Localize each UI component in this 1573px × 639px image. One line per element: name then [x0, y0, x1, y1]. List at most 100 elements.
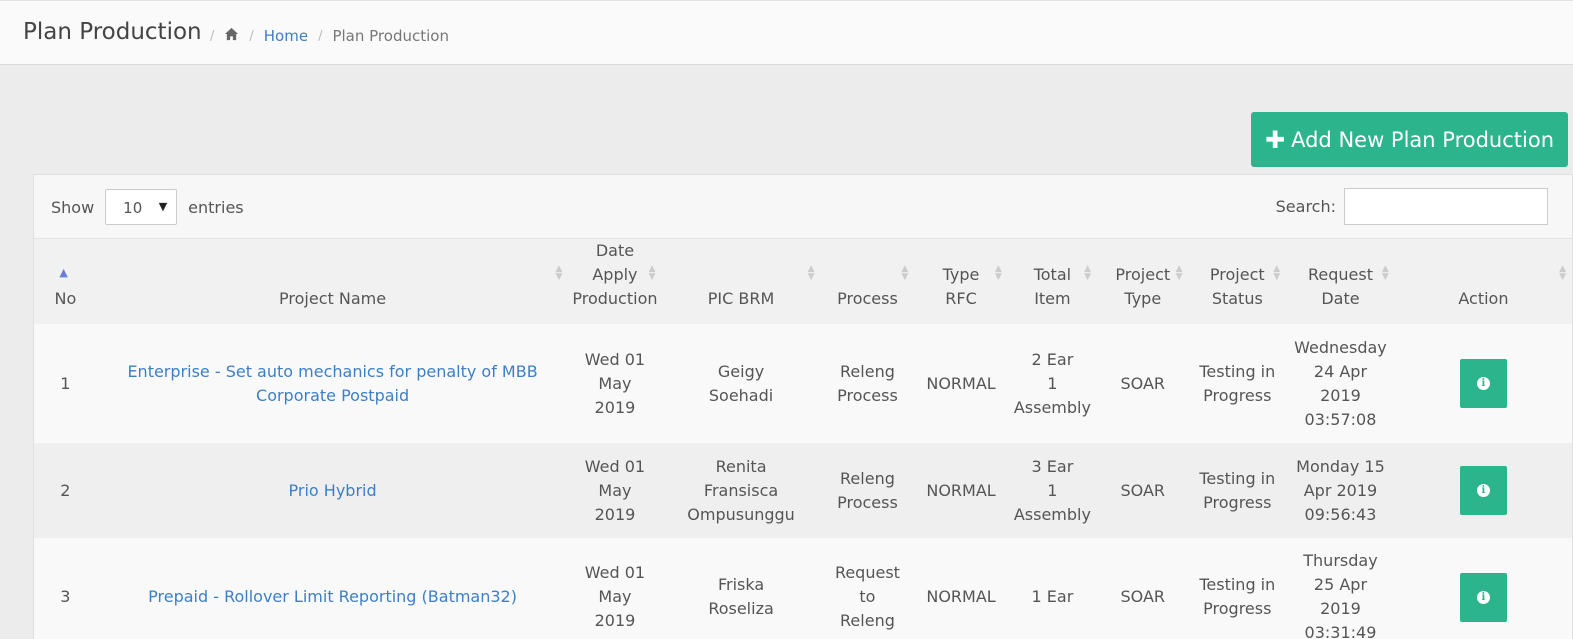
sort-both-icon: ▲ ▼: [648, 264, 656, 282]
cell-text: NORMAL: [926, 480, 996, 500]
cell-text-line: Releng: [840, 611, 895, 630]
column-header-text: Project: [1115, 265, 1171, 284]
cell-text-line: 3 Ear: [1031, 456, 1074, 476]
cell-text: SOAR: [1120, 373, 1166, 393]
cell-process: Request to Releng: [821, 538, 915, 639]
cell-project-name: Prepaid - Rollover Limit Reporting (Batm…: [97, 538, 569, 639]
cell-text-line: 09:56:43: [1304, 504, 1377, 524]
column-header-text: Date Apply: [592, 241, 638, 284]
column-header-text: Project Name: [279, 289, 387, 308]
cell-action: i: [1395, 324, 1572, 443]
cell-text-line: Testing in: [1199, 575, 1276, 594]
cell-text-line: Testing in: [1199, 468, 1276, 488]
detail-button[interactable]: i: [1459, 466, 1507, 515]
info-icon: i: [1476, 484, 1490, 497]
cell-text-line: Thursday: [1303, 551, 1378, 570]
column-header-text: Status: [1211, 289, 1263, 308]
cell-no: 1: [34, 324, 97, 443]
column-header-action[interactable]: Action ▲ ▼: [1395, 239, 1572, 325]
table-row: 1 Enterprise - Set auto mechanics for pen…: [34, 324, 1572, 443]
cell-text-line: Prepaid - Rollover Limit Reporting (Batm…: [148, 587, 517, 606]
sort-both-icon: ▲ ▼: [555, 264, 563, 282]
column-header-process[interactable]: Process ▲ ▼: [821, 239, 915, 325]
breadcrumb-home-link[interactable]: Home: [264, 27, 308, 45]
add-button-label: Add New Plan Production: [1291, 127, 1554, 152]
cell-text-line: Wed 01 May: [584, 456, 646, 500]
cell-request-date: Wednesday 24 Apr 2019 03:57:08: [1286, 324, 1395, 443]
detail-button[interactable]: i: [1459, 572, 1507, 622]
sort-both-icon: ▲ ▼: [807, 264, 815, 282]
info-icon: i: [1476, 590, 1490, 604]
cell-text-line: 2019: [1320, 599, 1361, 618]
plan-production-table: No ▲ Project Name ▲ ▼ Date Apply Production ▲ ▼ P…: [34, 238, 1572, 639]
cell-text-line: Assembly: [1013, 397, 1091, 417]
cell-text: SOAR: [1120, 480, 1166, 500]
cell-action: i: [1395, 443, 1572, 538]
cell-total-item: 1 Ear: [1008, 538, 1097, 639]
page-size-select[interactable]: 10 ▼: [105, 189, 178, 225]
cell-text-line: Geigy: [717, 361, 765, 381]
column-header-type-rfc[interactable]: Type RFC ▲ ▼: [914, 239, 1007, 325]
cell-text-line: 2019: [1320, 385, 1361, 405]
cell-text: 2: [60, 480, 71, 500]
cell-text-line: Request to: [834, 563, 900, 606]
cell-date-apply: Wed 01 May 2019: [568, 324, 661, 443]
column-header-text: Total: [1033, 265, 1072, 284]
cell-text-line: Corporate Postpaid: [256, 385, 410, 405]
add-new-plan-production-button[interactable]: ✚ Add New Plan Production: [1251, 112, 1568, 167]
column-header-project-status[interactable]: Project Status ▲ ▼: [1189, 239, 1287, 325]
cell-project-type: SOAR: [1097, 324, 1188, 443]
cell-request-date: Monday 15 Apr 2019 09:56:43: [1286, 443, 1395, 538]
home-icon[interactable]: [224, 27, 239, 45]
column-header-text: Project: [1209, 265, 1265, 284]
cell-text: 3: [60, 587, 71, 606]
column-header-text: Process: [837, 289, 898, 308]
cell-text-line: Friska: [717, 575, 765, 594]
cell-text: NORMAL: [926, 373, 996, 393]
project-name-link[interactable]: Enterprise - Set auto mechanics for pena…: [101, 360, 565, 408]
cell-date-apply: Wed 01 May 2019: [568, 443, 661, 538]
table-header-row: No ▲ Project Name ▲ ▼ Date Apply Production ▲ ▼ P…: [34, 238, 1572, 325]
cell-action: i: [1395, 538, 1572, 639]
sort-both-icon: ▲ ▼: [1175, 264, 1183, 282]
cell-process: Releng Process: [821, 443, 915, 538]
cell-text-line: Renita: [715, 456, 767, 476]
column-header-request-date[interactable]: Request Date ▲ ▼: [1286, 239, 1395, 325]
cell-text-line: Ompusunggu: [687, 504, 795, 524]
cell-text-line: Wed 01 May: [584, 563, 646, 606]
cell-text-line: Wed 01 May: [584, 349, 646, 393]
cell-type-rfc: NORMAL: [914, 538, 1007, 639]
cell-project-name: Prio Hybrid: [97, 443, 569, 538]
show-label: Show: [51, 197, 95, 217]
column-header-text: Type: [942, 265, 980, 284]
cell-date-apply: Wed 01 May 2019: [568, 538, 661, 639]
cell-text-line: Releng: [840, 361, 895, 381]
search-input[interactable]: [1344, 188, 1548, 225]
cell-text-line: 03:31:49: [1304, 623, 1377, 639]
info-icon: i: [1476, 377, 1490, 390]
column-header-project-type[interactable]: Project Type ▲ ▼: [1097, 239, 1188, 325]
page-title: Plan Production: [23, 19, 202, 45]
column-header-project-name[interactable]: Project Name ▲ ▼: [97, 239, 569, 325]
page-size-value: 10: [123, 199, 143, 217]
cell-text-line: Releng: [840, 468, 895, 488]
cell-text-line: 1: [1047, 373, 1058, 393]
breadcrumb-current: Plan Production: [332, 27, 449, 45]
cell-no: 3: [34, 538, 97, 639]
search-control: Search:: [1276, 188, 1548, 225]
sort-both-icon: ▲ ▼: [994, 264, 1002, 282]
column-header-pic-brm[interactable]: PIC BRM ▲ ▼: [662, 239, 821, 325]
detail-button[interactable]: i: [1459, 359, 1507, 408]
caret-down-icon: ▼: [158, 200, 168, 213]
sort-both-icon: ▲ ▼: [1084, 264, 1092, 282]
column-header-no[interactable]: No ▲: [34, 239, 97, 325]
column-header-text: Production: [572, 289, 658, 308]
project-name-link[interactable]: Prio Hybrid: [101, 479, 565, 503]
cell-text: NORMAL: [926, 587, 996, 606]
cell-text-line: Prio Hybrid: [288, 480, 377, 500]
column-header-date-apply[interactable]: Date Apply Production ▲ ▼: [568, 239, 661, 325]
cell-project-status: Testing in Progress: [1189, 324, 1287, 443]
project-name-link[interactable]: Prepaid - Rollover Limit Reporting (Batm…: [101, 585, 565, 609]
cell-no: 2: [34, 443, 97, 538]
column-header-total-item[interactable]: Total Item ▲ ▼: [1008, 239, 1097, 325]
